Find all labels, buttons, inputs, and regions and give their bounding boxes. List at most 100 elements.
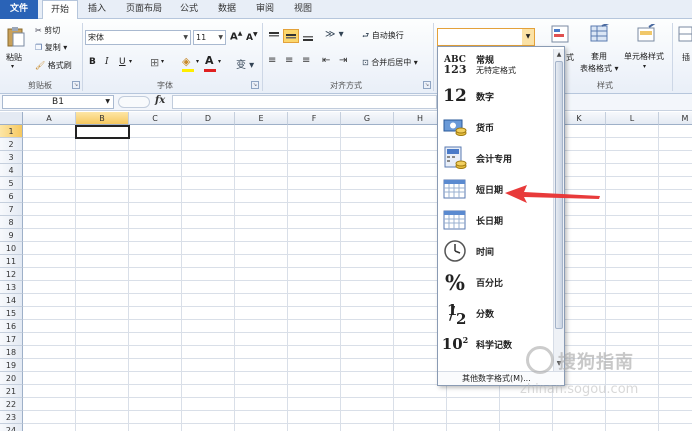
number-format-item-number[interactable]: 12 数字 <box>440 80 552 111</box>
format-as-table-label-1: 套用 <box>591 52 607 61</box>
row-header-14[interactable]: 14 <box>0 294 23 307</box>
scroll-up-icon[interactable]: ▲ <box>555 50 563 59</box>
name-box[interactable]: B1 ▼ <box>2 95 114 109</box>
tab-view[interactable]: 视图 <box>288 0 318 19</box>
row-header-6[interactable]: 6 <box>0 190 23 203</box>
align-top-button[interactable] <box>266 29 282 43</box>
row-header-20[interactable]: 20 <box>0 372 23 385</box>
column-header-g[interactable]: G <box>341 112 394 125</box>
row-header-2[interactable]: 2 <box>0 138 23 151</box>
decrease-indent-icon[interactable]: ⇤ <box>322 55 330 66</box>
row-header-8[interactable]: 8 <box>0 216 23 229</box>
row-header-15[interactable]: 15 <box>0 307 23 320</box>
tab-formulas[interactable]: 公式 <box>174 0 204 19</box>
row-header-7[interactable]: 7 <box>0 203 23 216</box>
formula-bar-splitter[interactable] <box>118 96 150 108</box>
column-header-c[interactable]: C <box>129 112 182 125</box>
wrap-text-button[interactable]: ⮐ 自动换行 <box>362 30 404 44</box>
selected-cell-b1[interactable] <box>75 125 130 139</box>
chevron-down-icon[interactable]: ▾ <box>161 58 164 65</box>
column-header-d[interactable]: D <box>182 112 235 125</box>
column-header-m[interactable]: M <box>659 112 692 125</box>
font-name-select[interactable]: 宋体 ▼ <box>85 30 191 45</box>
alignment-launcher-icon[interactable]: ↘ <box>423 81 431 89</box>
row-header-23[interactable]: 23 <box>0 411 23 424</box>
row-header-5[interactable]: 5 <box>0 177 23 190</box>
cut-button[interactable]: ✂ 剪切 <box>35 25 60 36</box>
font-launcher-icon[interactable]: ↘ <box>251 81 259 89</box>
chevron-down-icon[interactable]: ▼ <box>522 29 534 45</box>
align-left-icon[interactable]: ≡ <box>268 55 276 66</box>
shrink-font-button[interactable]: A▼ <box>246 31 258 43</box>
number-format-select[interactable]: ▼ <box>437 28 535 46</box>
cell-styles-button[interactable] <box>636 22 658 46</box>
number-format-item-currency[interactable]: 货币 <box>440 111 552 142</box>
format-painter-button[interactable]: 🖌 格式刷 <box>35 60 72 71</box>
underline-button[interactable]: U <box>119 57 126 67</box>
font-size-select[interactable]: 11 ▼ <box>193 30 226 45</box>
row-header-9[interactable]: 9 <box>0 229 23 242</box>
dropdown-scrollbar[interactable]: ▲ ▼ <box>553 49 564 371</box>
column-header-a[interactable]: A <box>23 112 76 125</box>
align-center-icon[interactable]: ≡ <box>285 55 293 66</box>
row-header-11[interactable]: 11 <box>0 255 23 268</box>
row-header-16[interactable]: 16 <box>0 320 23 333</box>
row-header-3[interactable]: 3 <box>0 151 23 164</box>
number-format-item-general[interactable]: ABC 123 常规 无特定格式 <box>440 49 552 80</box>
number-format-item-clock[interactable]: 时间 <box>440 235 552 266</box>
column-header-f[interactable]: F <box>288 112 341 125</box>
number-format-item-accounting[interactable]: 会计专用 <box>440 142 552 173</box>
tab-file[interactable]: 文件 <box>0 0 38 19</box>
merge-center-button[interactable]: ⊡ 合并后居中 ▾ <box>362 57 418 68</box>
tab-page-layout[interactable]: 页面布局 <box>120 0 168 19</box>
column-header-l[interactable]: L <box>606 112 659 125</box>
name-box-value: B1 <box>52 97 64 107</box>
align-right-icon[interactable]: ≡ <box>302 55 310 66</box>
chevron-down-icon[interactable]: ▾ <box>129 58 132 65</box>
fill-color-icon[interactable]: ◈ <box>182 55 190 68</box>
group-divider <box>262 23 263 91</box>
grow-font-button[interactable]: A▲ <box>230 30 242 42</box>
row-header-24[interactable]: 24 <box>0 424 23 431</box>
column-header-e[interactable]: E <box>235 112 288 125</box>
tab-insert[interactable]: 插入 <box>82 0 112 19</box>
bold-button[interactable]: B <box>89 57 96 67</box>
border-icon[interactable]: ⊞ <box>150 56 159 69</box>
align-middle-button[interactable] <box>283 29 299 43</box>
tab-review[interactable]: 审阅 <box>250 0 280 19</box>
row-header-18[interactable]: 18 <box>0 346 23 359</box>
row-header-19[interactable]: 19 <box>0 359 23 372</box>
select-all-corner[interactable] <box>0 112 23 125</box>
row-header-22[interactable]: 22 <box>0 398 23 411</box>
align-bottom-button[interactable] <box>300 29 316 43</box>
chevron-down-icon[interactable]: ▾ <box>196 58 199 65</box>
group-divider <box>433 23 434 91</box>
paste-button[interactable] <box>3 22 29 52</box>
orientation-button[interactable]: ≫ ▾ <box>325 29 344 40</box>
font-color-button[interactable]: A <box>205 54 214 67</box>
format-as-table-button[interactable] <box>589 22 611 46</box>
row-header-1[interactable]: 1 <box>0 125 23 138</box>
row-header-4[interactable]: 4 <box>0 164 23 177</box>
increase-indent-icon[interactable]: ⇥ <box>339 55 347 66</box>
formula-input[interactable] <box>172 95 437 109</box>
row-header-13[interactable]: 13 <box>0 281 23 294</box>
row-header-17[interactable]: 17 <box>0 333 23 346</box>
phonetic-button[interactable]: 变 ▾ <box>236 56 254 71</box>
number-format-item-fraction[interactable]: 1/2 分数 <box>440 297 552 328</box>
copy-button[interactable]: ❐ 复制 ▾ <box>35 42 67 53</box>
conditional-format-button[interactable] <box>550 22 572 46</box>
number-format-item-percent[interactable]: % 百分比 <box>440 266 552 297</box>
insert-function-button[interactable]: fx <box>155 95 165 106</box>
insert-cells-button[interactable] <box>678 22 692 46</box>
column-header-b[interactable]: B <box>76 112 129 125</box>
row-header-21[interactable]: 21 <box>0 385 23 398</box>
clipboard-launcher-icon[interactable]: ↘ <box>72 81 80 89</box>
number-format-item-long-date[interactable]: 长日期 <box>440 204 552 235</box>
tab-data[interactable]: 数据 <box>212 0 242 19</box>
chevron-down-icon[interactable]: ▾ <box>218 58 221 65</box>
tab-home[interactable]: 开始 <box>42 0 78 20</box>
row-header-12[interactable]: 12 <box>0 268 23 281</box>
italic-button[interactable]: I <box>105 57 109 67</box>
row-header-10[interactable]: 10 <box>0 242 23 255</box>
